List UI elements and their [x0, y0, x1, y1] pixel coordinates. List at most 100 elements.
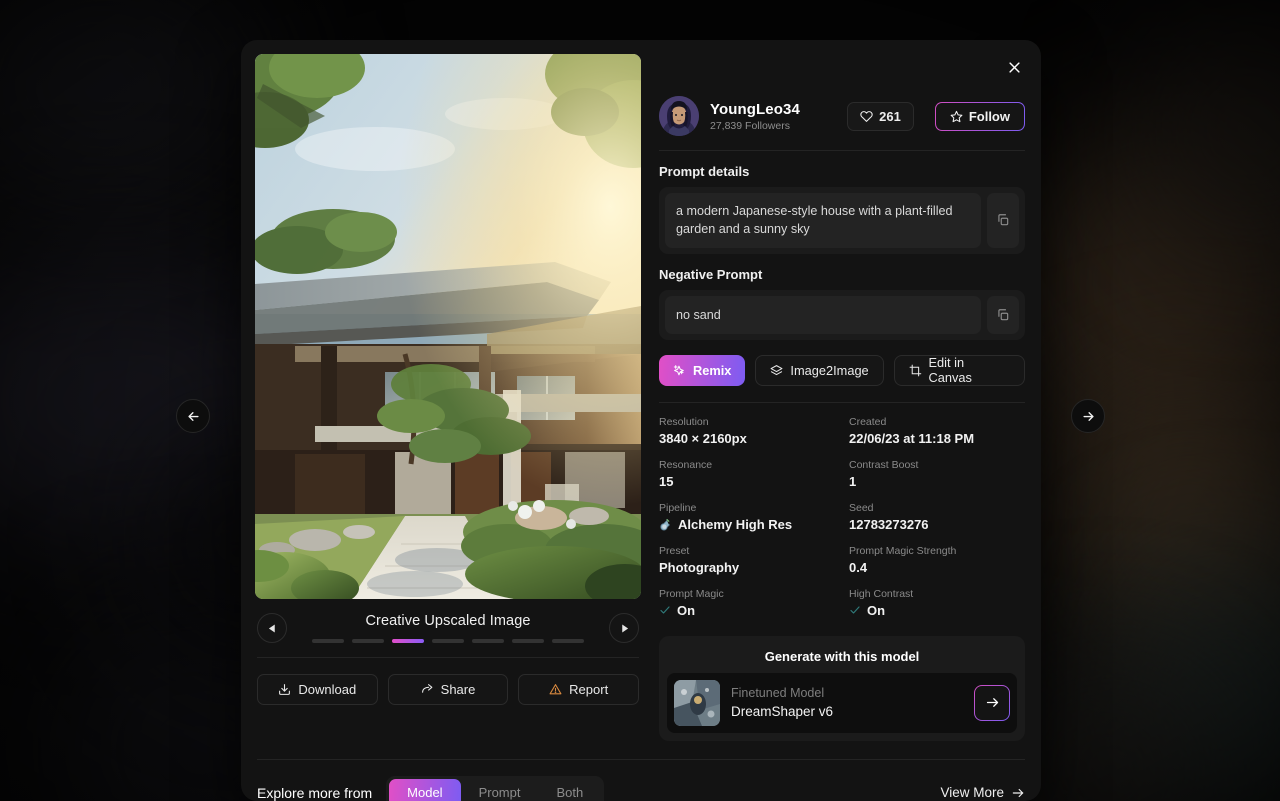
remix-button[interactable]: Remix	[659, 354, 746, 386]
arrow-left-icon	[187, 411, 199, 421]
explore-segment-prompt[interactable]: Prompt	[461, 779, 539, 801]
creator-name[interactable]: YoungLeo34	[710, 101, 836, 118]
generation-mode-buttons: Remix Image2Image Edit in Canvas	[659, 354, 1025, 386]
download-button[interactable]: Download	[257, 674, 378, 705]
metadata-key: Resonance	[659, 458, 713, 471]
metadata-value-text: 1	[849, 473, 857, 489]
model-row[interactable]: Finetuned Model DreamShaper v6	[667, 672, 1017, 733]
share-label: Share	[440, 682, 476, 697]
follow-label: Follow	[968, 108, 1010, 124]
copy-negative-prompt-button[interactable]	[987, 295, 1019, 334]
arrow-right-icon	[1082, 411, 1094, 421]
metadata-item: Seed 12783273276	[849, 502, 1025, 532]
metadata-value: 1	[849, 474, 1025, 489]
use-model-button[interactable]	[974, 685, 1010, 721]
model-card-title: Generate with this model	[764, 648, 920, 664]
view-more-button[interactable]: View More	[940, 785, 1025, 800]
triangle-right-icon	[621, 623, 628, 633]
metadata-item: Resolution 3840 × 2160px	[659, 416, 835, 446]
carousel-prev-button[interactable]	[257, 613, 287, 643]
model-thumbnail-art	[674, 679, 720, 726]
metadata-value: 22/06/23 at 11:18 PM	[849, 431, 1025, 446]
close-icon	[1008, 61, 1020, 73]
metadata-key: Contrast Boost	[849, 458, 919, 471]
previous-image-button[interactable]	[176, 399, 210, 433]
metadata-key: Prompt Magic	[659, 587, 724, 600]
metadata-value-text: 12783273276	[849, 516, 929, 532]
report-button[interactable]: Report	[518, 674, 640, 705]
image-panel: Creative Upscaled Image Download Share R…	[255, 54, 641, 741]
like-count: 261	[879, 108, 901, 124]
metadata-value-text: On	[677, 602, 696, 618]
metadata-value: Alchemy High Res	[659, 517, 835, 532]
edit-in-canvas-button[interactable]: Edit in Canvas	[893, 354, 1025, 386]
follow-button[interactable]: Follow	[935, 102, 1025, 131]
carousel-title: Creative Upscaled Image	[365, 613, 531, 629]
carousel-dot[interactable]	[512, 639, 544, 643]
next-image-button[interactable]	[1071, 399, 1105, 433]
model-name: DreamShaper v6	[731, 704, 834, 720]
metadata-value-text: 0.4	[849, 559, 868, 575]
close-button[interactable]	[999, 52, 1029, 82]
metadata-key: Seed	[849, 501, 874, 514]
explore-segment-model[interactable]: Model	[389, 778, 461, 801]
avatar[interactable]	[659, 96, 699, 136]
metadata-key: High Contrast	[849, 587, 914, 600]
metadata-key: Pipeline	[659, 501, 697, 514]
negative-prompt-text[interactable]: no sand	[665, 295, 981, 334]
explore-segmented-control: Model Prompt Both	[386, 775, 605, 801]
check-icon	[849, 604, 861, 616]
details-panel: YoungLeo34 27,839 Followers 261 Follow P…	[659, 54, 1027, 741]
avatar-portrait-icon	[659, 96, 699, 136]
star-icon	[950, 110, 963, 122]
image-actions: Download Share Report	[255, 658, 641, 705]
metadata-value: 3840 × 2160px	[659, 431, 835, 446]
negative-prompt-label: Negative Prompt	[659, 266, 763, 282]
metadata-grid: Resolution 3840 × 2160px Created 22/06/23 a…	[659, 403, 1025, 618]
copy-prompt-button[interactable]	[987, 193, 1019, 248]
metadata-value: 0.4	[849, 560, 1025, 575]
arrow-right-icon	[986, 698, 998, 708]
model-subtitle: Finetuned Model	[731, 686, 825, 701]
carousel-dot[interactable]	[352, 639, 384, 643]
metadata-value: 15	[659, 474, 835, 489]
metadata-item: Contrast Boost 1	[849, 459, 1025, 489]
creator-followers: 27,839 Followers	[710, 119, 790, 132]
metadata-item: Created 22/06/23 at 11:18 PM	[849, 416, 1025, 446]
carousel-dot[interactable]	[552, 639, 584, 643]
carousel-dot[interactable]	[392, 639, 424, 643]
generate-with-model-card: Generate with this model Finetuned Model…	[659, 635, 1025, 741]
edit-in-canvas-label: Edit in Canvas	[928, 355, 972, 386]
explore-more-label: Explore more from	[257, 784, 373, 801]
metadata-value: 12783273276	[849, 517, 1025, 532]
metadata-value-text: 22/06/23 at 11:18 PM	[849, 430, 975, 446]
like-button[interactable]: 261	[847, 101, 914, 131]
metadata-value-text: Alchemy High Res	[678, 516, 793, 532]
metadata-key: Resolution	[659, 415, 709, 428]
metadata-value: On	[849, 603, 1025, 618]
carousel-dot[interactable]	[472, 639, 504, 643]
prompt-text[interactable]: a modern Japanese-style house with a pla…	[665, 193, 981, 248]
prompt-field-wrap: a modern Japanese-style house with a pla…	[659, 187, 1025, 254]
creator-row: YoungLeo34 27,839 Followers 261 Follow	[659, 54, 1025, 136]
image-detail-modal: Creative Upscaled Image Download Share R…	[241, 40, 1041, 801]
explore-segment-both[interactable]: Both	[538, 779, 601, 801]
image2image-button[interactable]: Image2Image	[755, 354, 884, 386]
explore-more-bar: Explore more from Model Prompt Both View M…	[241, 760, 1041, 801]
share-button[interactable]: Share	[387, 674, 509, 705]
model-thumbnail	[674, 679, 720, 726]
negative-prompt-field-wrap: no sand	[659, 289, 1025, 340]
check-icon	[659, 604, 671, 616]
metadata-value: On	[659, 603, 835, 618]
carousel-next-button[interactable]	[609, 613, 639, 643]
generated-image[interactable]	[255, 54, 641, 599]
download-icon	[278, 683, 291, 696]
prompt-details-label: Prompt details	[659, 164, 750, 179]
metadata-item: High Contrast On	[849, 588, 1025, 618]
metadata-key: Created	[849, 415, 887, 428]
carousel-dot[interactable]	[312, 639, 344, 643]
metadata-item: Prompt Magic Strength 0.4	[849, 545, 1025, 575]
download-label: Download	[298, 682, 357, 697]
heart-icon	[860, 110, 873, 122]
carousel-dot[interactable]	[432, 639, 464, 643]
